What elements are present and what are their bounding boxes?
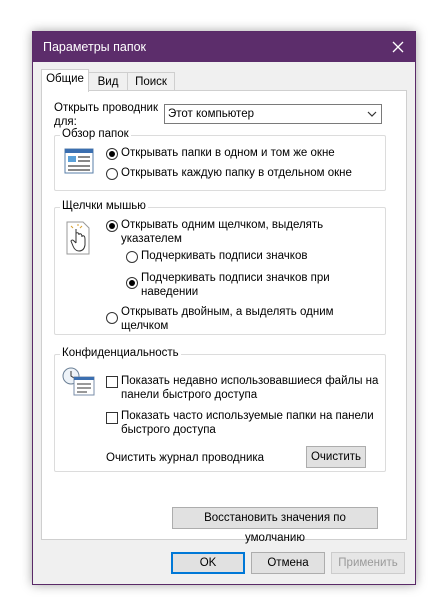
cancel-button[interactable]: Отмена (251, 552, 325, 574)
double-click-radio[interactable] (106, 312, 118, 324)
browse-folders-label: Обзор папок (60, 128, 131, 140)
open-explorer-label: Открыть проводник для: (54, 102, 159, 128)
folder-window-icon (64, 148, 94, 174)
apply-button[interactable]: Применить (331, 552, 405, 574)
browse-folders-group (54, 135, 386, 191)
hand-pointer-icon (66, 221, 90, 255)
ok-button-label: OK (199, 557, 217, 569)
close-icon[interactable] (387, 36, 409, 58)
show-frequent-folders-checkbox[interactable] (106, 412, 118, 424)
window-title: Параметры папок (43, 40, 147, 54)
show-recent-files-label: Показать недавно использовавшиеся файлы … (121, 375, 379, 401)
clear-history-label: Очистить журнал проводника (106, 452, 265, 464)
single-click-label: Открывать одним щелчком, выделять указат… (121, 219, 324, 245)
open-explorer-select[interactable]: Этот компьютер (164, 104, 382, 124)
double-click-label: Открывать двойным, а выделять одним щелч… (121, 306, 334, 332)
title-bar[interactable]: Параметры папок (33, 32, 415, 62)
underline-hover-label: Подчеркивать подписи значков при наведен… (141, 272, 330, 298)
clear-button-label: Очистить (310, 451, 362, 463)
same-window-label: Открывать папки в одном и том же окне (121, 147, 335, 159)
click-items-label: Щелчки мышью (60, 200, 148, 212)
show-frequent-folders-label: Показать часто используемые папки на пан… (121, 410, 374, 436)
ok-button[interactable]: OK (171, 552, 245, 574)
chevron-down-icon (367, 111, 377, 117)
tab-general-label: Общие (46, 73, 84, 85)
single-click-radio[interactable] (106, 220, 118, 232)
same-window-radio[interactable] (106, 148, 118, 160)
show-recent-files-checkbox[interactable] (106, 376, 118, 388)
underline-always-label: Подчеркивать подписи значков (141, 250, 308, 262)
tab-general[interactable]: Общие (41, 69, 89, 92)
underline-hover-radio[interactable] (126, 277, 138, 289)
recent-files-icon (62, 367, 95, 396)
separate-window-label: Открывать каждую папку в отдельном окне (121, 167, 352, 179)
tab-search-label: Поиск (135, 76, 167, 88)
restore-defaults-label: Восстановить значения по умолчанию (204, 512, 346, 544)
open-explorer-value: Этот компьютер (168, 108, 254, 120)
tab-search[interactable]: Поиск (127, 72, 175, 91)
underline-always-radio[interactable] (126, 251, 138, 263)
tab-view-label: Вид (97, 76, 119, 88)
privacy-label: Конфиденциальность (60, 347, 181, 359)
general-tab-panel: Открыть проводник для: Этот компьютер Об… (41, 90, 407, 544)
clear-button[interactable]: Очистить (306, 446, 366, 468)
cancel-button-label: Отмена (267, 557, 309, 569)
apply-button-label: Применить (338, 557, 398, 569)
restore-defaults-button[interactable]: Восстановить значения по умолчанию (172, 507, 378, 544)
tab-view[interactable]: Вид (88, 72, 128, 91)
separate-window-radio[interactable] (106, 168, 118, 180)
folder-options-dialog: Параметры папок Общие Вид Поиск Открыть … (32, 31, 416, 585)
